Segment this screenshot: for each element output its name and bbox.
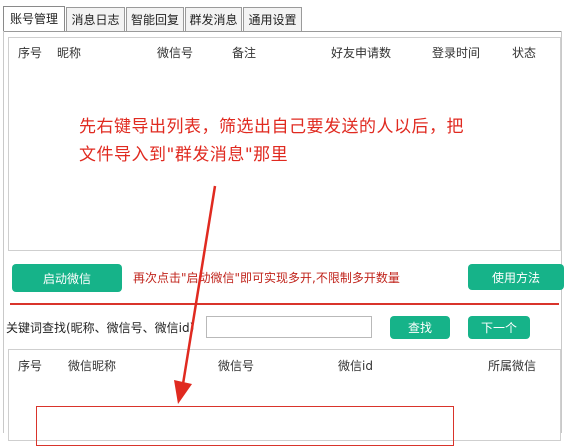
multi-open-hint: 再次点击"启动微信"即可实现多开,不限制多开数量	[133, 271, 400, 285]
annotation-text: 先右键导出列表，筛选出自己要发送的人以后，把 文件导入到"群发消息"那里	[79, 113, 519, 169]
result-header-wechat-id[interactable]: 微信号	[218, 357, 254, 374]
tab-general-settings[interactable]: 通用设置	[243, 7, 302, 31]
column-header-remark[interactable]: 备注	[232, 44, 256, 61]
highlight-box	[36, 406, 454, 446]
usage-button[interactable]: 使用方法	[468, 264, 564, 290]
annotation-line-2: 文件导入到"群发消息"那里	[79, 145, 289, 165]
column-header-index[interactable]: 序号	[18, 44, 42, 61]
column-header-login-time[interactable]: 登录时间	[432, 44, 480, 61]
column-header-status[interactable]: 状态	[512, 44, 536, 61]
result-header-owner-wechat[interactable]: 所属微信	[488, 357, 536, 374]
tab-account-management[interactable]: 账号管理	[3, 6, 65, 32]
section-divider	[10, 303, 559, 305]
result-header-nickname[interactable]: 微信昵称	[68, 357, 116, 374]
tab-message-log[interactable]: 消息日志	[66, 7, 125, 31]
column-header-friend-requests[interactable]: 好友申请数	[331, 44, 391, 61]
column-header-wechat-id[interactable]: 微信号	[157, 44, 193, 61]
search-label: 关键词查找(昵称、微信号、微信id)	[6, 321, 195, 335]
result-header-wxid[interactable]: 微信id	[338, 357, 373, 374]
start-wechat-button[interactable]: 启动微信	[12, 264, 122, 292]
column-header-nickname[interactable]: 昵称	[57, 44, 81, 61]
search-button[interactable]: 查找	[390, 316, 450, 339]
tab-smart-reply[interactable]: 智能回复	[126, 7, 184, 31]
result-header-index[interactable]: 序号	[18, 357, 42, 374]
next-button[interactable]: 下一个	[468, 316, 530, 339]
tab-mass-message[interactable]: 群发消息	[185, 7, 242, 31]
annotation-line-1: 先右键导出列表，筛选出自己要发送的人以后，把	[79, 117, 464, 137]
search-input[interactable]	[206, 316, 372, 338]
